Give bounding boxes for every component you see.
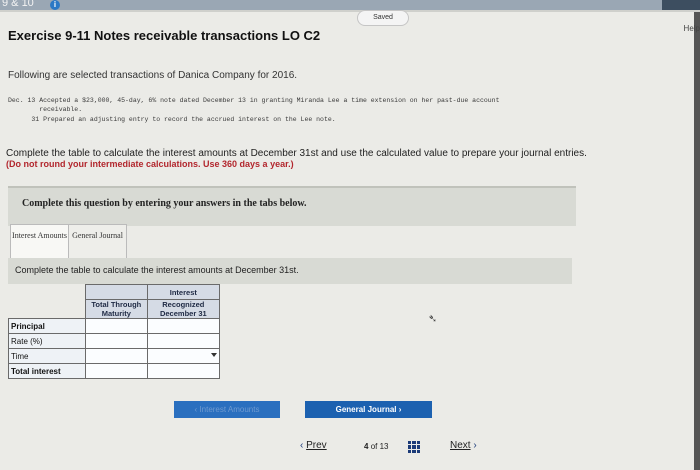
prev-tab-button[interactable]: ‹ Interest Amounts [174,401,280,418]
table-instruction: Complete the table to calculate the inte… [8,258,572,284]
next-label: Next [450,440,471,451]
breadcrumb: 9 & 10 [2,0,34,9]
row-label-principal: Principal [8,318,86,334]
of-label: of [370,442,378,451]
next-tab-label: General Journal [335,405,397,414]
time-total-input[interactable] [85,348,148,364]
page-count: 4 of 13 [364,442,389,451]
right-edge [694,12,700,470]
chevron-right-icon: › [396,405,402,414]
principal-recognized-input[interactable] [146,318,221,334]
tab-label: General Journal [72,231,123,240]
rate-recognized-input[interactable] [146,333,221,349]
time-recognized-select[interactable] [146,348,221,364]
row-label-total-interest: Total interest [8,363,86,379]
total-interest-total-input[interactable] [85,363,148,379]
help-link[interactable]: Help [684,24,700,33]
blank-cell [9,300,86,319]
current-page: 4 [364,442,369,451]
instruction-text: Complete the table to calculate the inte… [6,148,587,159]
subhead-text: Complete the table to calculate the inte… [15,265,299,275]
instruction-panel: Complete this question by entering your … [8,186,576,226]
blank-cell [9,285,86,300]
transaction-line: receivable. [8,106,83,113]
header-recognized-december-31: Recognized December 31 [146,299,221,319]
info-icon[interactable]: i [50,0,60,10]
row-label-time: Time [8,348,86,364]
tab-interest-amounts[interactable]: Interest Amounts [10,224,69,259]
header-blank [85,284,148,300]
principal-total-input[interactable] [85,318,148,334]
top-right-block [662,0,700,10]
interest-table: Interest Total Through Maturity Recogniz… [8,284,221,379]
panel-text: Complete this question by entering your … [22,198,307,209]
intro-text: Following are selected transactions of D… [8,70,298,81]
chevron-right-icon: › [470,440,477,451]
tab-general-journal[interactable]: General Journal [68,224,127,259]
total-pages: 13 [379,442,389,451]
exercise-title: Exercise 9-11 Notes receivable transacti… [8,28,321,43]
prev-label: Prev [306,440,327,451]
header-total-through-maturity: Total Through Maturity [85,299,148,319]
top-bar: 9 & 10 i [0,0,700,10]
total-interest-recognized-input[interactable] [146,363,221,379]
rate-total-input[interactable] [85,333,148,349]
chevron-down-icon [211,353,217,357]
grid-icon[interactable] [408,441,420,453]
tab-label: Interest Amounts [12,231,67,240]
row-label-rate: Rate (%) [8,333,86,349]
transaction-line: 31 Prepared an adjusting entry to record… [8,116,336,123]
next-tab-button[interactable]: General Journal › [305,401,432,418]
header-interest: Interest [146,284,221,300]
transaction-line: Dec. 13 Accepted a $23,000, 45-day, 6% n… [8,97,500,104]
mouse-cursor-icon: ➴ [428,313,438,325]
saved-status: Saved [357,10,409,26]
prev-tab-label: Interest Amounts [199,405,260,414]
next-page-link[interactable]: Next › [450,440,477,451]
rounding-note: (Do not round your intermediate calculat… [6,159,294,169]
prev-page-link[interactable]: ‹ Prev [300,440,327,451]
